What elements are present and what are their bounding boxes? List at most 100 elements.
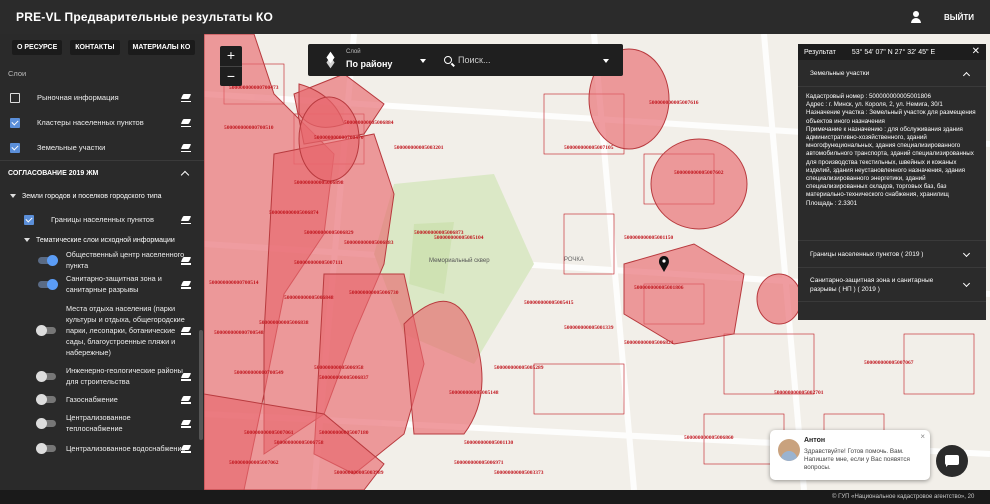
parcel-number-label: 500000000005007061 bbox=[244, 430, 294, 436]
theme-row[interactable]: Общественный центр населенного пункта bbox=[0, 248, 204, 272]
layer-row-clusters[interactable]: Кластеры населенных пунктов bbox=[0, 110, 204, 135]
caret-down-icon[interactable] bbox=[10, 194, 16, 198]
eraser-icon[interactable] bbox=[181, 215, 191, 224]
theme-group-header[interactable]: Тематические слои исходной информации bbox=[0, 232, 204, 248]
eraser-icon[interactable] bbox=[181, 372, 191, 381]
subgroup-header[interactable]: Земли городов и поселков городского типа bbox=[0, 185, 204, 207]
layer-toggle[interactable] bbox=[36, 417, 56, 429]
eraser-icon[interactable] bbox=[181, 93, 191, 102]
parcel-number-label: 500000000005006958 bbox=[314, 365, 364, 371]
parcel-number-label: 500000000000700548 bbox=[214, 330, 264, 336]
layer-checkbox[interactable] bbox=[10, 117, 20, 128]
layers-heading: Слои bbox=[8, 69, 27, 78]
section-header[interactable]: СОГЛАСОВАНИЕ 2019 ЖМ bbox=[0, 160, 204, 185]
parcel-number-label: 500000000005005415 bbox=[524, 300, 574, 306]
zone-ellipse bbox=[756, 273, 802, 325]
parcel-number-label: 500000000005006848 bbox=[284, 295, 334, 301]
app-header: PRE-VL Предварительные результаты КО ВЫЙ… bbox=[0, 0, 990, 34]
theme-row[interactable]: Санитарно-защитная зона и санитарные раз… bbox=[0, 272, 204, 296]
theme-row[interactable]: Газоснабжение bbox=[0, 388, 204, 410]
theme-label: Централизованное водоснабжение bbox=[66, 443, 186, 453]
cadastral-number: Кадастровый номер : 500000000005001806 bbox=[806, 93, 931, 100]
theme-row[interactable]: Централизованное теплоснабжение bbox=[0, 410, 204, 436]
eraser-icon[interactable] bbox=[181, 118, 191, 127]
materials-button[interactable]: МАТЕРИАЛЫ КО bbox=[127, 40, 196, 55]
layer-row-land-plots[interactable]: Земельные участки bbox=[0, 135, 204, 160]
layer-checkbox[interactable] bbox=[24, 214, 34, 225]
chat-bubble-icon[interactable] bbox=[936, 445, 968, 477]
parcel-number-label: 500000000005007616 bbox=[649, 100, 699, 106]
parcel-number-label: 500000000005001339 bbox=[564, 325, 614, 331]
search-box[interactable] bbox=[430, 44, 623, 76]
layer-toggle[interactable] bbox=[38, 278, 58, 290]
subgroup-title: Земли городов и поселков городского типа bbox=[22, 192, 162, 200]
theme-row[interactable]: Централизованное водоснабжение bbox=[0, 436, 204, 460]
theme-label: Централизованное теплоснабжение bbox=[66, 413, 131, 433]
parcel-number-label: 500000000005006860 bbox=[684, 435, 734, 441]
theme-label: Места отдыха населения (парки культуры и… bbox=[66, 303, 185, 357]
user-icon[interactable] bbox=[910, 11, 922, 23]
eraser-icon[interactable] bbox=[181, 256, 191, 265]
logout-button[interactable]: ВЫЙТИ bbox=[944, 13, 974, 22]
accordion-header[interactable]: Санитарно-защитная зона и санитарные раз… bbox=[798, 268, 986, 302]
about-button[interactable]: О РЕСУРСЕ bbox=[12, 40, 63, 55]
layer-toggle[interactable] bbox=[38, 254, 58, 266]
eraser-icon[interactable] bbox=[181, 326, 191, 335]
layer-select[interactable]: Слой По району bbox=[308, 44, 430, 76]
layer-label: Кластеры населенных пунктов bbox=[37, 118, 144, 127]
contacts-button[interactable]: КОНТАКТЫ bbox=[70, 40, 120, 55]
layer-toggle[interactable] bbox=[36, 370, 56, 382]
parcel-number-label: 500000000005001806 bbox=[634, 285, 684, 291]
parcel-note: Примечание к назначению : для обслуживан… bbox=[806, 125, 974, 199]
place-label: Мемориальный сквер bbox=[429, 257, 490, 264]
layer-toggle[interactable] bbox=[36, 393, 56, 405]
accordion-header[interactable]: Земельные участки bbox=[798, 60, 986, 87]
zoom-in-button[interactable]: + bbox=[220, 46, 242, 66]
footer: © ГУП «Национальное кадастровое агентств… bbox=[0, 490, 990, 504]
result-title: Результат bbox=[804, 48, 836, 56]
search-input[interactable] bbox=[458, 55, 598, 65]
layer-checkbox[interactable] bbox=[10, 92, 20, 103]
parcel-number-label: 500000000005006971 bbox=[454, 460, 504, 466]
search-icon bbox=[444, 56, 452, 64]
zoom-out-button[interactable]: − bbox=[220, 66, 242, 86]
caret-down-icon[interactable] bbox=[603, 59, 609, 63]
parcel-number-label: 500000000000700549 bbox=[234, 370, 284, 376]
caret-down-icon[interactable] bbox=[420, 59, 426, 63]
close-icon[interactable]: ✕ bbox=[972, 47, 980, 57]
chevron-down-icon[interactable] bbox=[962, 279, 971, 288]
layer-row-market[interactable]: Рыночная информация bbox=[0, 85, 204, 110]
accordion-header[interactable]: Границы населенных пунктов ( 2019 ) bbox=[798, 241, 986, 268]
parcel-number-label: 500000000005007067 bbox=[864, 360, 914, 366]
parcel-number-label: 500000000005006758 bbox=[274, 440, 324, 446]
chat-close-button[interactable]: × bbox=[920, 432, 925, 441]
theme-row[interactable]: Инженерно-геологические районы для строи… bbox=[0, 364, 204, 388]
eraser-icon[interactable] bbox=[181, 395, 191, 404]
theme-row[interactable]: Места отдыха населения (парки культуры и… bbox=[0, 296, 204, 364]
layer-checkbox[interactable] bbox=[10, 142, 20, 153]
eraser-icon[interactable] bbox=[181, 419, 191, 428]
theme-label: Санитарно-защитная зона и санитарные раз… bbox=[66, 274, 162, 294]
layer-row-borders[interactable]: Границы населенных пунктов bbox=[0, 207, 204, 232]
chat-popup[interactable]: Антон Здравствуйте! Готов помочь. Вам. Н… bbox=[770, 430, 930, 480]
caret-down-icon[interactable] bbox=[24, 238, 30, 242]
accordion-title: Границы населенных пунктов ( 2019 ) bbox=[810, 250, 924, 258]
layer-label: Границы населенных пунктов bbox=[51, 215, 154, 224]
parcel-number-label: 500000000005003989 bbox=[334, 470, 384, 476]
parcel-number-label: 500000000005006838 bbox=[259, 320, 309, 326]
chevron-down-icon[interactable] bbox=[962, 249, 971, 258]
eraser-icon[interactable] bbox=[181, 280, 191, 289]
avatar bbox=[778, 439, 800, 461]
chevron-up-icon[interactable] bbox=[962, 71, 971, 80]
eraser-icon[interactable] bbox=[181, 143, 191, 152]
parcel-address: Адрес : г. Минск, ул. Короля, 2, ул. Нем… bbox=[806, 101, 943, 109]
parcel-number-label: 500000000000700510 bbox=[224, 125, 274, 131]
eraser-icon[interactable] bbox=[181, 444, 191, 453]
layer-label: Земельные участки bbox=[37, 143, 106, 152]
layer-select-value: По району bbox=[346, 59, 393, 69]
chevron-up-icon[interactable] bbox=[180, 170, 190, 180]
theme-label: Общественный центр населенного пункта bbox=[66, 250, 185, 270]
layer-toggle[interactable] bbox=[36, 324, 56, 336]
layer-toggle[interactable] bbox=[36, 442, 56, 454]
sidebar-scrollbar[interactable] bbox=[199, 330, 203, 440]
